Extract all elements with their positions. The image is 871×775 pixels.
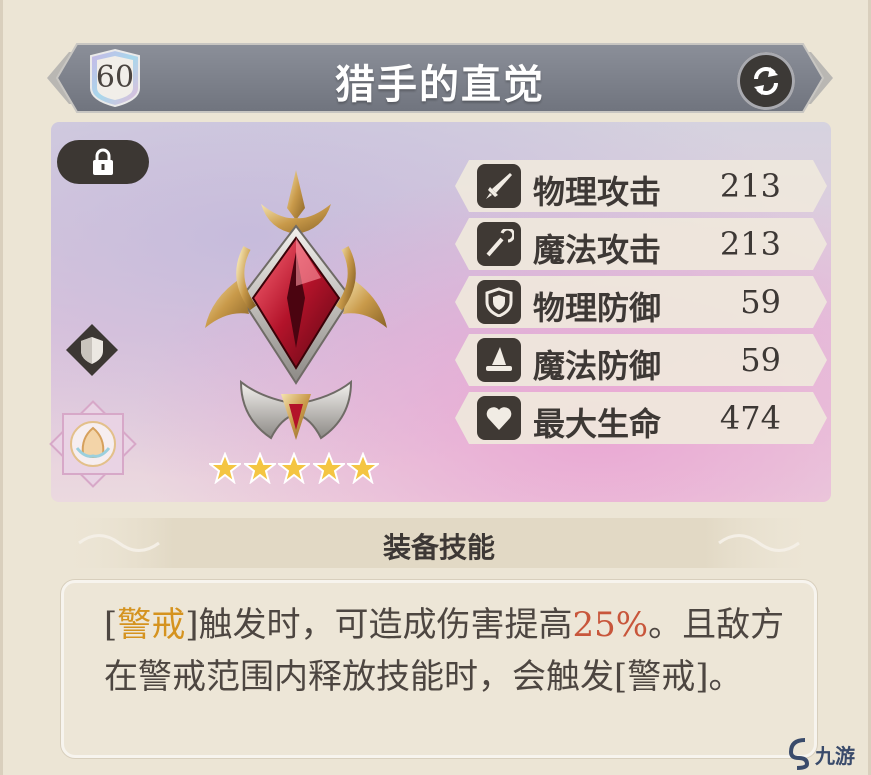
star-icon	[243, 452, 276, 484]
desc-percent: 25%	[572, 605, 649, 645]
shield-icon	[66, 324, 118, 376]
desc-text: ]触发时，可造成伤害提高	[185, 605, 573, 645]
lock-icon	[93, 148, 113, 175]
stat-row-physical-attack: 物理攻击 213	[455, 160, 827, 212]
stat-value: 213	[719, 225, 781, 263]
stat-row-physical-defense: 物理防御 59	[455, 276, 827, 328]
stat-label: 魔法攻击	[533, 231, 662, 269]
stat-value: 59	[740, 341, 781, 379]
title-banner: 60 猎手的直觉	[47, 40, 833, 116]
desc-bracket: [	[104, 605, 118, 645]
equipment-detail-panel: 60 猎手的直觉 物理攻击 213 魔法攻击 213 物理防御 59 魔法防御 …	[0, 0, 871, 775]
stats-list: 物理攻击 213 魔法攻击 213 物理防御 59 魔法防御 59 最大生命 4…	[455, 160, 827, 450]
watermark-text: 九游	[815, 744, 855, 768]
refresh-icon	[754, 67, 778, 95]
stat-label: 最大生命	[533, 405, 662, 443]
skill-section-header: 装备技能	[59, 516, 819, 570]
equipment-emblem-image	[201, 168, 391, 450]
set-emblem-button[interactable]	[47, 398, 139, 490]
star-icon	[209, 452, 241, 484]
stat-value: 474	[719, 399, 781, 437]
shield-icon	[477, 280, 521, 324]
emblem-icon	[205, 170, 387, 440]
stat-value: 59	[740, 283, 781, 321]
refresh-button[interactable]	[737, 52, 795, 110]
watermark-logo-icon	[788, 738, 810, 770]
rarity-stars	[209, 452, 379, 486]
stat-row-max-hp: 最大生命 474	[455, 392, 827, 444]
item-title: 猎手的直觉	[335, 61, 545, 108]
equip-slot-button[interactable]	[65, 323, 119, 377]
lock-button[interactable]	[57, 140, 149, 184]
stat-row-magic-attack: 魔法攻击 213	[455, 218, 827, 270]
stat-label: 物理防御	[533, 289, 662, 327]
stat-row-magic-defense: 魔法防御 59	[455, 334, 827, 386]
flower-icon	[49, 400, 137, 488]
sword-icon	[477, 164, 521, 208]
site-watermark: 九游	[785, 736, 871, 772]
keyword-alert[interactable]: 警戒	[117, 605, 185, 645]
wizard-hat-icon	[477, 338, 521, 382]
stat-value: 213	[719, 167, 781, 205]
star-icon	[347, 452, 379, 484]
skill-description-box: [警戒]触发时，可造成伤害提高25%。且敌方在警戒范围内释放技能时，会触发[警戒…	[61, 580, 817, 758]
skill-description: [警戒]触发时，可造成伤害提高25%。且敌方在警戒范围内释放技能时，会触发[警戒…	[104, 599, 794, 703]
skill-section-title: 装备技能	[382, 531, 495, 564]
wand-icon	[477, 222, 521, 266]
stat-label: 魔法防御	[533, 347, 662, 385]
star-icon	[278, 452, 310, 484]
stat-label: 物理攻击	[533, 173, 662, 211]
heart-icon	[477, 396, 521, 440]
star-icon	[312, 452, 345, 484]
